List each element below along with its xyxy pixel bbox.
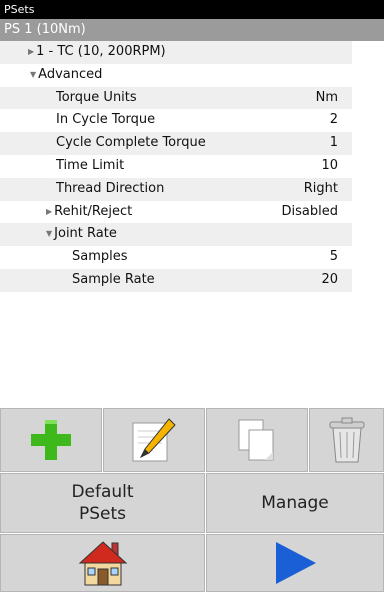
play-icon xyxy=(276,542,316,584)
param-value: 2 xyxy=(329,112,338,128)
scrollbar-thumb[interactable] xyxy=(352,19,384,41)
bottom-toolbar: Default PSets Manage xyxy=(0,408,384,592)
joint-rate-label: Joint Rate xyxy=(54,226,117,242)
param-row-time-limit[interactable]: Time Limit 10 xyxy=(0,155,352,178)
tree-item-advanced[interactable]: ▼ Advanced xyxy=(0,64,352,87)
param-label: In Cycle Torque xyxy=(56,112,156,128)
param-row-in-cycle-torque[interactable]: In Cycle Torque 2 xyxy=(0,109,352,132)
param-label: Sample Rate xyxy=(72,271,155,287)
scrollbar-track[interactable] xyxy=(352,19,384,407)
default-psets-button[interactable]: Default PSets xyxy=(0,473,205,533)
step-label: 1 - TC (10, 200RPM) xyxy=(36,44,166,59)
rehit-value: Disabled xyxy=(281,203,338,219)
expand-arrow-icon[interactable]: ▶ xyxy=(46,207,52,216)
param-value: Right xyxy=(303,180,338,196)
window-title: PSets xyxy=(4,3,35,16)
delete-pset-button[interactable] xyxy=(309,408,384,472)
param-row-thread-direction[interactable]: Thread Direction Right xyxy=(0,177,352,201)
window-title-bar: PSets xyxy=(0,0,384,19)
pset-header[interactable]: PS 1 (10Nm) xyxy=(0,19,352,41)
param-row-torque-units[interactable]: Torque Units Nm xyxy=(0,86,352,110)
pencil-icon xyxy=(132,418,176,462)
manage-label: Manage xyxy=(261,493,329,513)
param-value: 10 xyxy=(321,157,338,173)
trash-icon xyxy=(329,417,364,463)
default-psets-line2: PSets xyxy=(78,504,127,524)
collapse-arrow-icon[interactable]: ▼ xyxy=(46,229,52,238)
edit-pset-button[interactable] xyxy=(103,408,205,472)
default-psets-line1: Default xyxy=(71,482,134,502)
param-label: Thread Direction xyxy=(56,180,165,196)
param-value: Nm xyxy=(315,89,338,105)
home-icon xyxy=(78,541,127,586)
param-value: 1 xyxy=(329,135,338,151)
rehit-label: Rehit/Reject xyxy=(54,203,133,219)
default-psets-label: Default PSets xyxy=(71,481,133,525)
advanced-label: Advanced xyxy=(38,66,103,82)
param-value: 20 xyxy=(321,271,338,287)
tree-item-joint-rate[interactable]: ▼ Joint Rate xyxy=(0,223,352,247)
manage-button[interactable]: Manage xyxy=(206,473,384,533)
param-row-samples[interactable]: Samples 5 xyxy=(0,246,352,269)
param-label: Cycle Complete Torque xyxy=(56,135,206,151)
tree-item-rehit-reject[interactable]: ▶ Rehit/Reject Disabled xyxy=(0,201,352,224)
copy-pset-button[interactable] xyxy=(206,408,308,472)
param-label: Torque Units xyxy=(56,89,137,105)
pset-name: PS 1 (10Nm) xyxy=(4,22,86,37)
plus-icon xyxy=(31,420,71,460)
collapse-arrow-icon[interactable]: ▼ xyxy=(30,70,36,79)
add-pset-button[interactable] xyxy=(0,408,102,472)
tree-item-step-1[interactable]: ▶ 1 - TC (10, 200RPM) xyxy=(0,41,352,64)
home-button[interactable] xyxy=(0,534,205,592)
parameter-tree: ▶ 1 - TC (10, 200RPM) ▼ Advanced Torque Un… xyxy=(0,41,352,292)
param-value: 5 xyxy=(329,249,338,265)
param-row-sample-rate[interactable]: Sample Rate 20 xyxy=(0,268,352,292)
param-row-cycle-complete-torque[interactable]: Cycle Complete Torque 1 xyxy=(0,132,352,155)
expand-arrow-icon[interactable]: ▶ xyxy=(28,47,34,56)
run-button[interactable] xyxy=(206,534,384,592)
param-label: Samples xyxy=(72,249,128,265)
param-label: Time Limit xyxy=(56,157,125,173)
copy-icon xyxy=(238,419,274,461)
